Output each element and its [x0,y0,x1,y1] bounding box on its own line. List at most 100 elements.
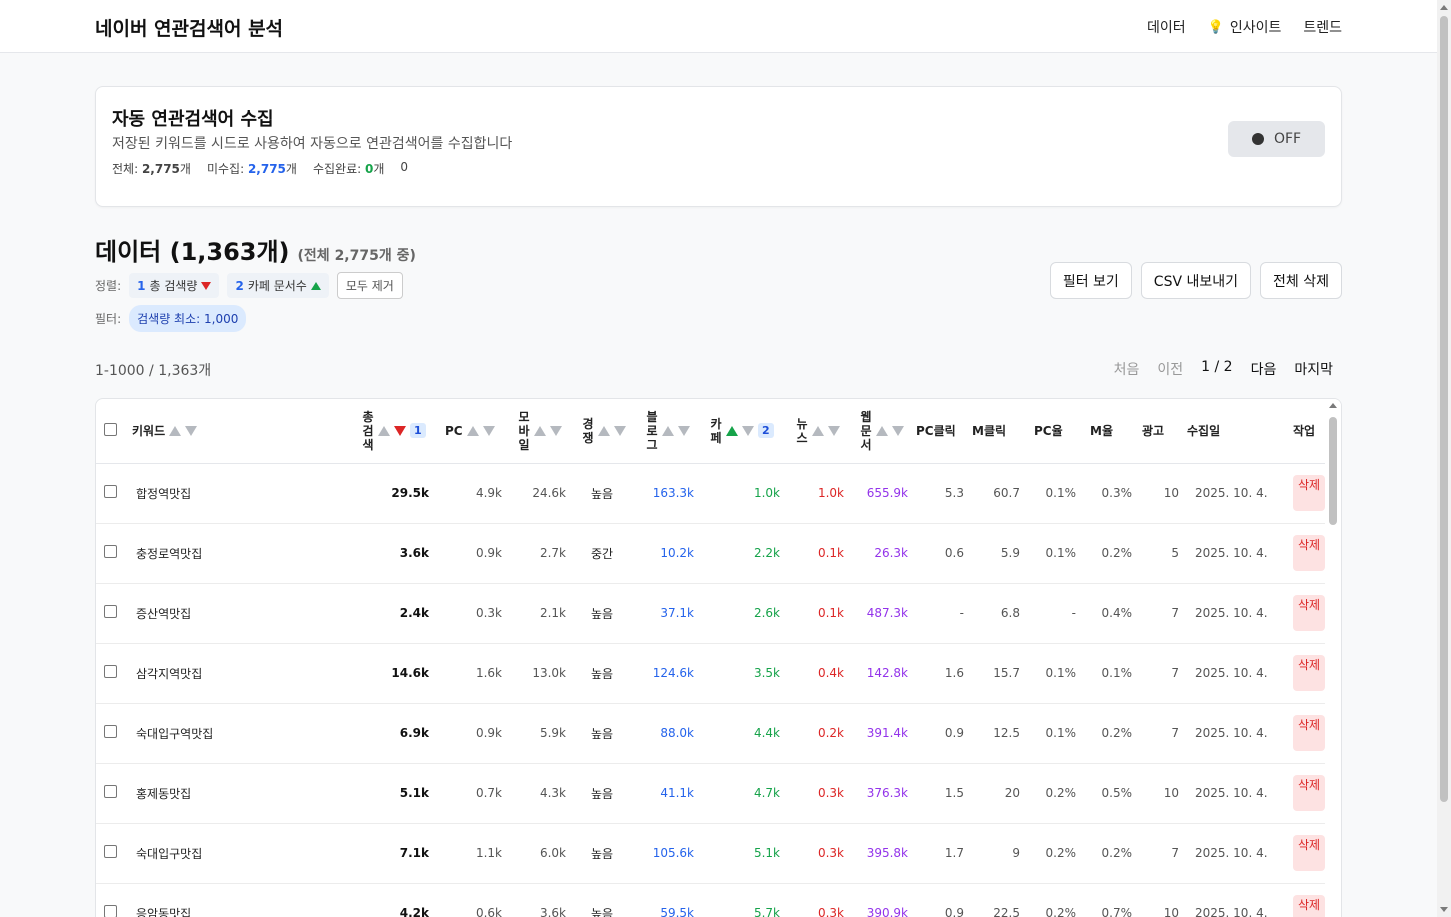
cell-pc: 1.1k [475,846,502,860]
cell-total: 14.6k [391,666,429,680]
sort-chip-total[interactable]: 1총 검색량 [129,273,220,298]
app-title: 네이버 연관검색어 분석 [95,18,284,40]
header-keyword[interactable]: 키워드 [128,399,350,463]
cell-total: 3.6k [399,546,429,560]
sort-arrows-icon[interactable] [598,425,626,436]
header-total[interactable]: 총검색 1 [350,399,433,463]
cell-cafe: 4.7k [753,786,780,800]
cell-pc-click: 1.5 [944,786,964,800]
select-all-checkbox[interactable] [104,422,117,436]
cell-blog: 124.6k [652,666,694,680]
sort-chip-cafe[interactable]: 2 카페 문서수 [227,273,329,298]
row-checkbox[interactable] [104,845,117,858]
cell-mobile: 2.7k [539,546,566,560]
nav-data[interactable]: 데이터 [1147,17,1186,37]
sort-arrows-icon[interactable] [726,425,754,436]
pager-next[interactable]: 다음 [1242,359,1286,379]
delete-row-button[interactable]: 삭제 [1293,595,1325,631]
cell-comp: 높음 [590,486,614,501]
cell-mobile: 3.6k [539,906,566,917]
cell-news: 0.2k [817,726,844,740]
cell-pc-click: 1.6 [944,666,964,680]
cell-total: 7.1k [399,846,429,860]
header-competition[interactable]: 경쟁 [570,399,634,463]
scroll-down-icon[interactable] [1440,907,1448,912]
header-total-label: 총검색 [362,409,374,452]
header-web[interactable]: 웹문서 [848,399,912,463]
filter-chip-volume[interactable]: 검색량 최소: 1,000 [129,305,247,332]
sort-arrows-icon[interactable] [662,425,690,436]
cell-pc: 0.9k [475,726,502,740]
header-mobile[interactable]: 모바일 [506,399,570,463]
row-checkbox[interactable] [104,665,117,678]
delete-row-button[interactable]: 삭제 [1293,715,1325,751]
nav-trend[interactable]: 트렌드 [1303,17,1342,37]
row-checkbox[interactable] [104,905,117,917]
sort-arrows-icon[interactable] [169,425,198,436]
nav-insight[interactable]: 💡 인사이트 [1208,17,1282,37]
delete-row-button[interactable]: 삭제 [1293,835,1325,871]
row-checkbox[interactable] [104,545,117,558]
table-row: 홍제동맛집 5.1k 0.7k 4.3k 높음 41.1k 4.7k 0.3k 376.3k 1.… [96,763,1330,823]
auto-collect-toggle[interactable]: OFF [1228,121,1325,157]
delete-row-button[interactable]: 삭제 [1293,535,1325,571]
header-news-label: 뉴스 [796,416,808,445]
table-scrollbar[interactable] [1325,399,1341,917]
cell-pc-click: - [959,606,964,620]
pager-prev[interactable]: 이전 [1148,359,1192,379]
pager-first[interactable]: 처음 [1105,359,1149,379]
pager-last[interactable]: 마지막 [1285,359,1342,379]
scrollbar-thumb[interactable] [1440,16,1448,802]
cell-web: 395.8k [866,846,908,860]
scroll-up-icon[interactable] [1440,5,1448,10]
stat-collected-label: 수집완료: [312,162,365,176]
header-pc-click: PC클릭 [916,424,956,439]
row-checkbox[interactable] [104,725,117,738]
cell-news: 0.4k [817,666,844,680]
header-pc[interactable]: PC [433,399,506,463]
delete-row-button[interactable]: 삭제 [1293,475,1325,511]
cell-keyword: 숙대입구맛집 [136,846,203,861]
cell-cafe: 5.7k [753,906,780,917]
sort-arrows-icon[interactable] [466,425,495,436]
row-checkbox[interactable] [104,605,117,618]
cell-cafe: 2.6k [753,606,780,620]
export-csv-button[interactable]: CSV 내보내기 [1140,262,1252,299]
cell-date: 2025. 10. 4. [1195,546,1268,560]
header-action: 작업 [1293,424,1316,439]
cell-date: 2025. 10. 4. [1195,846,1268,860]
header-select [96,399,128,463]
header-blog[interactable]: 블로그 [634,399,698,463]
header-ads: 광고 [1142,424,1165,439]
cell-pc-click: 0.6 [944,546,964,560]
cell-web: 390.9k [866,906,908,917]
sort-arrows-icon[interactable] [876,425,904,436]
stat-uncollected-unit: 개 [285,162,297,176]
header-pc-label: PC [445,423,463,438]
cell-comp: 중간 [590,546,614,561]
table-scrollbar-thumb[interactable] [1329,417,1337,525]
header-news[interactable]: 뉴스 [784,399,848,463]
cell-blog: 163.3k [652,486,694,500]
delete-row-button[interactable]: 삭제 [1293,895,1325,917]
cell-cafe: 2.2k [753,546,780,560]
show-filter-button[interactable]: 필터 보기 [1049,262,1132,299]
cell-cafe: 4.4k [753,726,780,740]
cell-web: 26.3k [874,546,908,560]
row-checkbox[interactable] [104,485,117,498]
page-scrollbar[interactable] [1437,0,1451,917]
row-select-cell [96,643,128,703]
sort-arrows-icon[interactable] [812,425,840,436]
clear-sort-button[interactable]: 모두 제거 [336,272,403,299]
delete-all-button[interactable]: 전체 삭제 [1260,262,1342,299]
delete-row-button[interactable]: 삭제 [1293,775,1325,811]
sort-arrows-icon[interactable] [378,425,406,436]
table-scroll-up-icon[interactable] [1329,403,1337,408]
sort-arrows-icon[interactable] [534,425,562,436]
delete-row-button[interactable]: 삭제 [1293,655,1325,691]
header-pc-rate: PC율 [1034,424,1063,439]
cell-m-click: 6.8 [1000,606,1020,620]
row-checkbox[interactable] [104,785,117,798]
header-cafe[interactable]: 카페 2 [698,399,784,463]
pager-current: 1 / 2 [1201,359,1233,375]
